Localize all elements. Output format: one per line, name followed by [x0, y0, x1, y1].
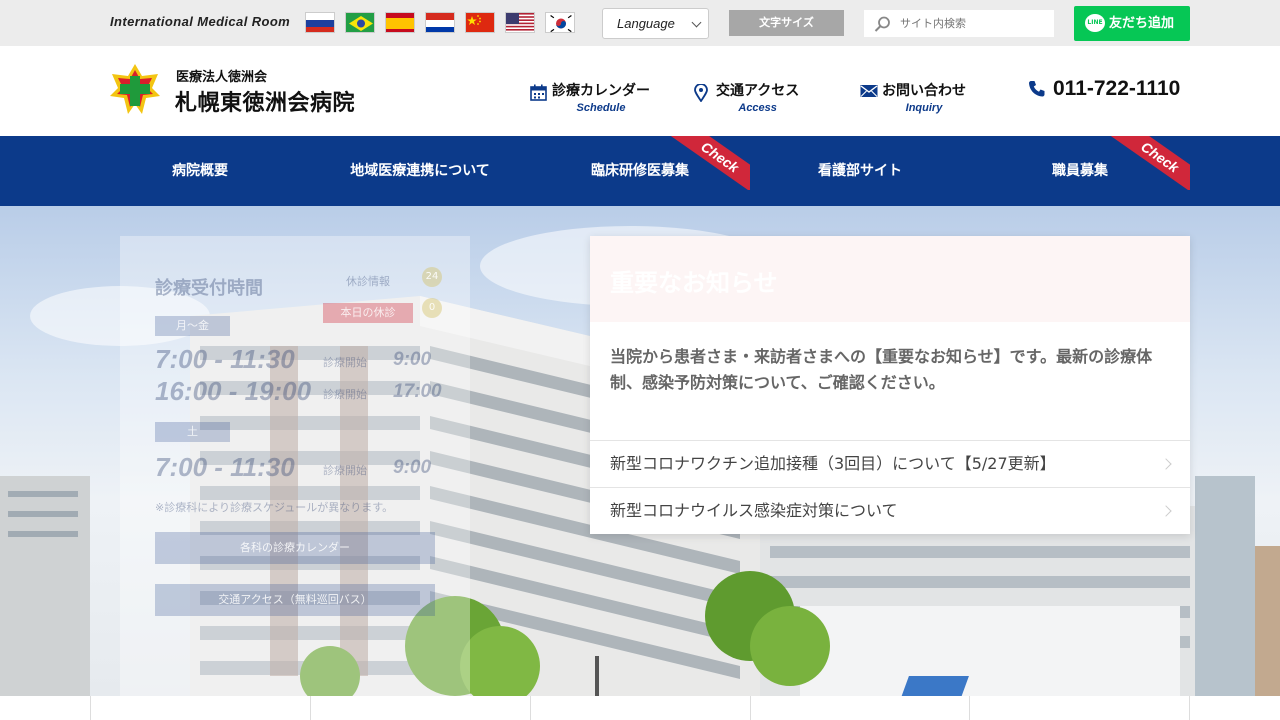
inquiry-link-label: お問い合わせ [882, 83, 966, 99]
divider [1189, 696, 1190, 720]
font-size-button[interactable]: 文字サイズ [729, 10, 844, 36]
line-add-friend-button[interactable]: LINE 友だち追加 [1074, 6, 1190, 41]
language-flags [305, 12, 575, 33]
nav-regional-cooperation[interactable]: 地域医療連携について [320, 136, 520, 206]
divider [310, 696, 311, 720]
holiday-count-badge: 0 [422, 298, 442, 318]
map-pin-icon [694, 84, 708, 102]
consultation-hours-panel: 診療受付時間 休診情報 24 本日の休診 0 月～金 7:00 - 11:30 … [120, 236, 470, 696]
top-utility-bar: International Medical Room Language 文字サイ… [0, 0, 1280, 46]
notice-item-label: 新型コロナウイルス感染症対策について [610, 501, 898, 520]
nav-nursing-site[interactable]: 看護部サイト [760, 136, 960, 206]
notice-title: 重要なお知らせ [610, 269, 778, 297]
check-badge-resident: Check [670, 136, 750, 190]
saturday-label: 土 [155, 422, 230, 442]
weekday-evening-time: 16:00 - 19:00 [155, 376, 312, 406]
consultation-hours-title: 診療受付時間 [155, 278, 263, 299]
holiday-count-badge: 24 [422, 267, 442, 287]
chevron-down-icon [691, 17, 702, 28]
inquiry-link[interactable]: お問い合わせ Inquiry [860, 80, 966, 114]
access-link-label: 交通アクセス [716, 83, 800, 99]
access-link[interactable]: 交通アクセス Access [694, 80, 799, 114]
china-flag-icon[interactable] [465, 12, 495, 33]
hospital-logo[interactable] [108, 62, 162, 116]
divider [90, 696, 91, 720]
search-icon[interactable] [874, 16, 891, 32]
site-search [864, 10, 1054, 37]
phone-number-text: 011-722-1110 [1053, 77, 1181, 100]
weekday-reception-time: 7:00 - 11:30 [155, 344, 295, 374]
line-icon: LINE [1085, 14, 1105, 32]
calendar-icon [530, 84, 547, 101]
weekday-evening-start: 17:00 [393, 381, 442, 402]
mail-icon [860, 85, 878, 97]
notice-intro: 当院から患者さま・来訪者さまへの【重要なお知らせ】です。最新の診療体制、感染予防… [610, 347, 1153, 392]
chevron-right-icon [1160, 458, 1172, 470]
search-input[interactable] [900, 13, 1048, 34]
saturday-start-time: 9:00 [393, 457, 432, 478]
bottom-menu-strip [0, 696, 1280, 720]
usa-flag-icon[interactable] [505, 12, 535, 33]
saturday-reception-time: 7:00 - 11:30 [155, 452, 295, 482]
line-add-friend-label: 友だち追加 [1109, 16, 1175, 31]
divider [969, 696, 970, 720]
paraguay-flag-icon[interactable] [425, 12, 455, 33]
hero-section: 診療受付時間 休診情報 24 本日の休診 0 月～金 7:00 - 11:30 … [0, 206, 1280, 696]
weekday-label: 月～金 [155, 316, 230, 336]
divider [750, 696, 751, 720]
language-select-label: Language [617, 16, 675, 31]
phone-icon [1029, 81, 1045, 97]
notice-header: 重要なお知らせ [590, 236, 1190, 322]
international-medical-room-link[interactable]: International Medical Room [110, 14, 290, 29]
weekday-start-time: 9:00 [393, 349, 432, 370]
schedule-note: ※診療科により診療スケジュールが異なります。 [155, 501, 394, 514]
russia-flag-icon[interactable] [305, 12, 335, 33]
check-badge-label: Check [670, 136, 750, 190]
brazil-flag-icon[interactable] [345, 12, 375, 33]
start-label: 診療開始 [323, 388, 367, 401]
holiday-info-label: 休診情報 [346, 275, 390, 288]
nav-hospital-overview[interactable]: 病院概要 [100, 136, 300, 206]
hospital-name[interactable]: 札幌東徳洲会病院 [175, 85, 355, 117]
language-select[interactable]: Language [602, 8, 709, 39]
phone-number[interactable]: 011-722-1110 [1028, 77, 1180, 101]
start-label: 診療開始 [323, 356, 367, 369]
today-holiday-button[interactable]: 本日の休診 [323, 303, 413, 323]
divider [530, 696, 531, 720]
check-badge-staff: Check [1110, 136, 1190, 190]
notice-item[interactable]: 新型コロナワクチン追加接種（3回目）について【5/27更新】 [590, 440, 1190, 487]
notice-item[interactable]: 新型コロナウイルス感染症対策について [590, 487, 1190, 534]
start-label: 診療開始 [323, 464, 367, 477]
chevron-right-icon [1160, 505, 1172, 517]
main-navigation: 病院概要 地域医療連携について 臨床研修医募集 看護部サイト 職員募集 Chec… [0, 136, 1280, 206]
inquiry-link-sub: Inquiry [905, 102, 943, 114]
access-shuttle-button[interactable]: 交通アクセス（無料巡回バス） [155, 584, 435, 616]
notice-item-label: 新型コロナワクチン追加接種（3回目）について【5/27更新】 [610, 454, 1056, 473]
access-link-sub: Access [738, 102, 777, 114]
schedule-link-label: 診療カレンダー [552, 83, 650, 99]
spain-flag-icon[interactable] [385, 12, 415, 33]
korea-flag-icon[interactable] [545, 12, 575, 33]
corporation-name: 医療法人徳洲会 [176, 70, 268, 85]
department-calendar-button[interactable]: 各科の診療カレンダー [155, 532, 435, 564]
important-notice-panel: 重要なお知らせ 当院から患者さま・来訪者さまへの【重要なお知らせ】です。最新の診… [590, 236, 1190, 534]
site-header: 医療法人徳洲会 札幌東徳洲会病院 診療カレンダー Schedule 交通アクセス… [0, 46, 1280, 136]
check-badge-label: Check [1110, 136, 1190, 190]
schedule-link-sub: Schedule [576, 102, 626, 114]
schedule-link[interactable]: 診療カレンダー Schedule [530, 80, 650, 114]
